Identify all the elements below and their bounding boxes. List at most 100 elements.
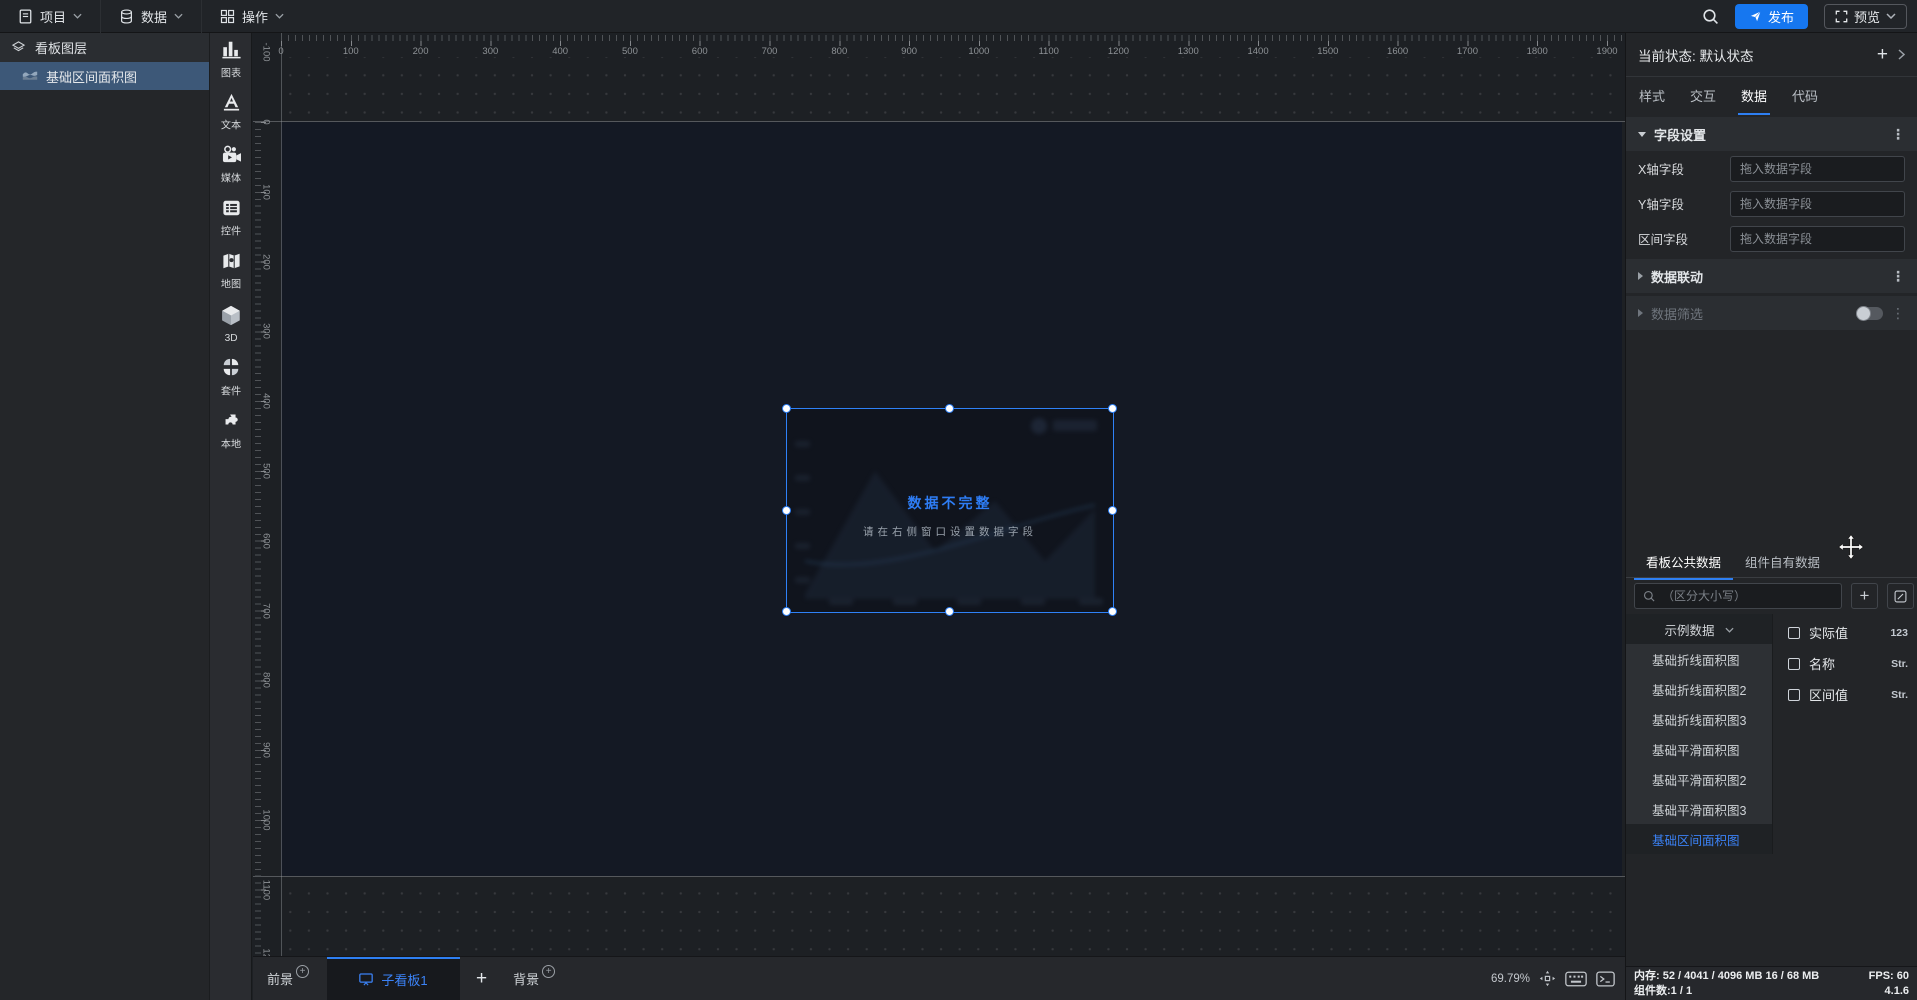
section-field-settings[interactable]: 字段设置 ⋮	[1626, 117, 1917, 151]
ruler-label: 1300	[1177, 46, 1199, 57]
field-row: Y轴字段	[1626, 186, 1917, 221]
tool-label: 3D	[224, 332, 238, 344]
field-label: X轴字段	[1638, 163, 1684, 177]
expand-states-icon[interactable]	[1898, 49, 1905, 60]
chevron-down-icon	[73, 13, 82, 19]
tool-label: 图表	[220, 67, 242, 79]
sub-board-tab[interactable]: 子看板1	[327, 956, 461, 1000]
dataset-item[interactable]: 基础折线面积图2	[1626, 674, 1772, 704]
tool-图表[interactable]: 图表	[210, 33, 252, 86]
ruler-label: 1400	[1247, 46, 1269, 57]
tool-本地[interactable]: 本地	[210, 404, 252, 457]
search-icon[interactable]	[1702, 8, 1719, 25]
inspector-tab-样式[interactable]: 样式	[1639, 86, 1665, 107]
edit-dataset-button[interactable]	[1887, 583, 1914, 609]
field-settings-menu-icon[interactable]: ⋮	[1891, 127, 1905, 141]
dataset-item[interactable]: 基础平滑面积图2	[1626, 764, 1772, 794]
ruler-label: 1200	[261, 949, 272, 956]
tool-媒体[interactable]: 媒体	[210, 139, 252, 192]
selection-handle[interactable]	[1108, 607, 1117, 616]
data-search-box	[1634, 583, 1842, 609]
add-state-button[interactable]: +	[1867, 44, 1898, 66]
selection-handle[interactable]	[782, 607, 791, 616]
console-icon[interactable]	[1596, 970, 1615, 987]
dataset-item[interactable]: 基础折线面积图	[1626, 644, 1772, 674]
add-background-icon[interactable]: +	[542, 965, 556, 978]
caret-right-icon	[1638, 309, 1643, 317]
zoom-level[interactable]: 69.79%	[1491, 973, 1530, 985]
ruler-label: 0	[260, 119, 272, 125]
dataset-item[interactable]: 基础平滑面积图	[1626, 734, 1772, 764]
data-filter-menu-icon[interactable]: ⋮	[1891, 306, 1905, 320]
tool-label: 本地	[220, 438, 242, 450]
layer-item[interactable]: 基础区间面积图	[0, 62, 209, 90]
data-linkage-menu-icon[interactable]: ⋮	[1891, 269, 1905, 283]
field-checkbox[interactable]	[1788, 657, 1800, 670]
dataset-item[interactable]: 基础平滑面积图3	[1626, 794, 1772, 824]
keyboard-shortcuts-icon[interactable]	[1565, 971, 1587, 987]
selected-chart-component[interactable]: 数据不完整 请在右侧窗口设置数据字段	[782, 404, 1117, 616]
tool-地图[interactable]: 地图	[210, 245, 252, 298]
add-board-button[interactable]: +	[460, 968, 503, 990]
section-data-linkage[interactable]: 数据联动 ⋮	[1626, 259, 1917, 293]
data-filter-toggle[interactable]	[1856, 305, 1883, 321]
layers-panel-title: 看板图层	[35, 41, 88, 56]
ruler-label: 200	[412, 46, 429, 57]
tool-文本[interactable]: 文本	[210, 86, 252, 139]
canvas-area[interactable]: 0 100 200 300 400 500 600 700 800 900 1000 1100 1200…	[253, 33, 1625, 956]
add-foreground-icon[interactable]: +	[296, 965, 310, 978]
dataset-item-selected[interactable]: 基础区间面积图	[1626, 824, 1772, 854]
add-dataset-button[interactable]: +	[1851, 583, 1878, 609]
dataset-item[interactable]: 基础折线面积图3	[1626, 704, 1772, 734]
menu-操作[interactable]: 操作	[202, 0, 302, 33]
ruler-label: 900	[260, 742, 272, 759]
selection-handle[interactable]	[782, 505, 791, 515]
field-name: 实际值	[1809, 626, 1849, 641]
menu-数据[interactable]: 数据	[101, 0, 201, 33]
section-data-filter[interactable]: 数据筛选 ⋮	[1626, 296, 1917, 330]
foreground-button[interactable]: 前景 +	[253, 965, 319, 988]
tool-套件[interactable]: 套件	[210, 351, 252, 404]
memory-usage: 内存: 52 / 4041 / 4096 MB 16 / 68 MB	[1634, 970, 1820, 982]
field-drop-input[interactable]	[1730, 155, 1905, 182]
selection-handle[interactable]	[782, 404, 791, 413]
dataset-dropdown[interactable]: 示例数据	[1626, 614, 1772, 644]
ruler-label: 400	[552, 46, 569, 57]
tool-label: 套件	[220, 385, 242, 397]
ruler-label: 300	[482, 46, 499, 57]
selection-handle[interactable]	[1108, 505, 1117, 515]
grid-icon	[220, 9, 235, 24]
ruler-label: 400	[260, 393, 272, 410]
selection-handle[interactable]	[1108, 404, 1117, 413]
background-button[interactable]: 背景 +	[503, 965, 565, 988]
field-drop-input[interactable]	[1730, 190, 1905, 217]
menu-项目[interactable]: 项目	[0, 0, 100, 33]
page-top-edge	[253, 121, 1625, 122]
ruler-label: 1100	[1038, 46, 1059, 57]
inspector-tab-数据[interactable]: 数据	[1738, 86, 1771, 115]
inspector-panel: 当前状态: 默认状态 + 样式 交互 数据代码 字段设置 ⋮ X轴字段 Y轴字段区间字…	[1625, 33, 1917, 966]
selection-handle[interactable]	[945, 607, 954, 616]
field-checkbox[interactable]	[1788, 626, 1800, 639]
data-tab-看板公共数据[interactable]: 看板公共数据	[1633, 552, 1734, 580]
tool-控件[interactable]: 控件	[210, 192, 252, 245]
ruler-label: 1500	[1317, 46, 1339, 57]
ruler-label: 100	[260, 183, 272, 200]
tool-label: 地图	[220, 278, 242, 290]
dataset-dropdown-label: 示例数据	[1664, 623, 1715, 638]
field-checkbox[interactable]	[1788, 688, 1800, 701]
ruler-label: 1000	[260, 809, 272, 831]
selection-handle[interactable]	[945, 404, 954, 413]
publish-button[interactable]: 发布	[1734, 3, 1808, 29]
tool-3D[interactable]: 3D	[210, 298, 252, 351]
inspector-tabs: 样式 交互 数据 代码	[1626, 77, 1917, 115]
map-icon	[221, 252, 242, 273]
inspector-tab-交互[interactable]: 交互	[1690, 86, 1716, 107]
inspector-tab-代码[interactable]: 代码	[1792, 86, 1818, 107]
fit-screen-icon[interactable]	[1539, 970, 1556, 987]
data-tab-组件自有数据[interactable]: 组件自有数据	[1745, 552, 1820, 571]
preview-button[interactable]: 预览	[1823, 3, 1907, 29]
field-drop-input[interactable]	[1730, 225, 1905, 252]
dataset-list: 示例数据基础折线面积图 基础折线面积图2 基础折线面积图3 基础平滑面积图 基础平滑面积…	[1626, 614, 1773, 854]
data-search-input[interactable]	[1662, 589, 1833, 603]
